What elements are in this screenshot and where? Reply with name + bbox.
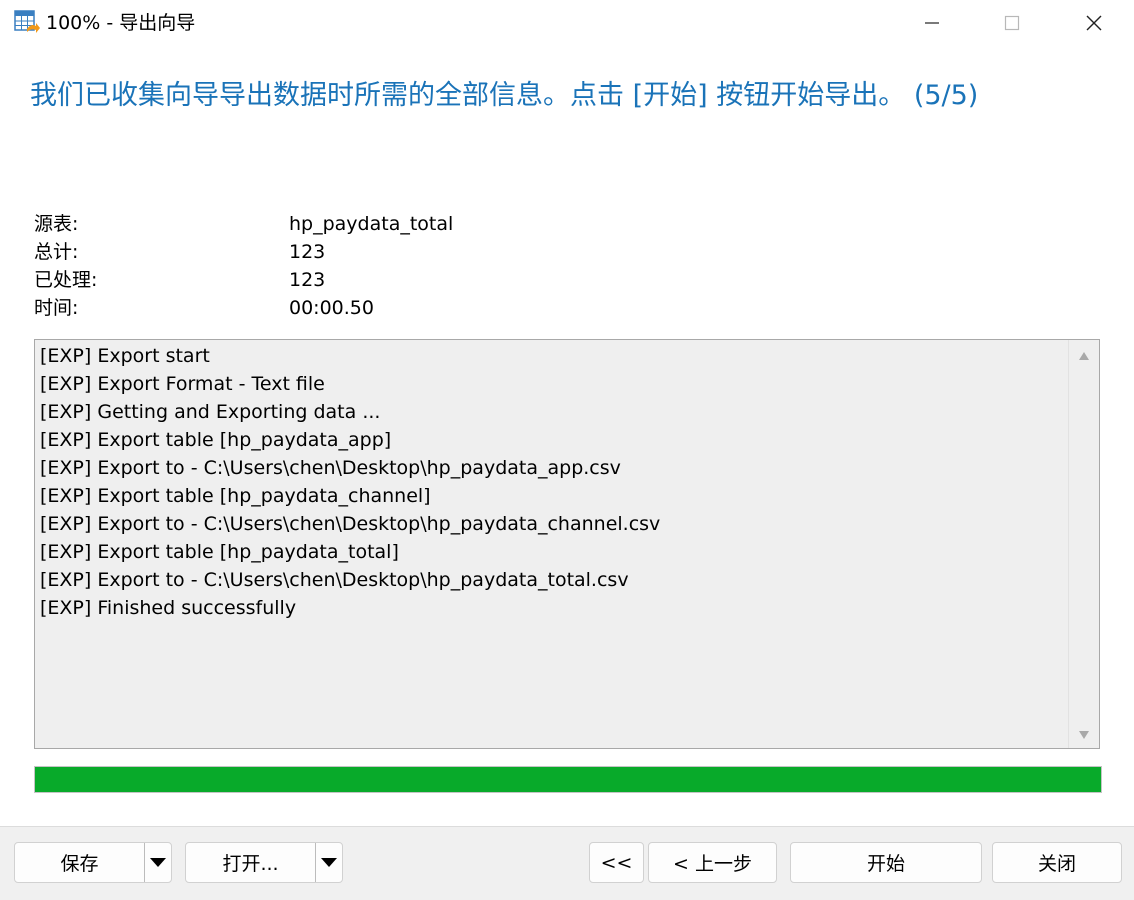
scroll-down-arrow-icon[interactable] — [1078, 730, 1090, 740]
log-line: [EXP] Getting and Exporting data ... — [40, 401, 381, 423]
log-line: [EXP] Export to - C:\Users\chen\Desktop\… — [40, 457, 621, 479]
window-title: 100% - 导出向导 — [46, 12, 196, 34]
time-label: 时间: — [34, 297, 79, 319]
open-split-button: 打开... — [185, 842, 343, 883]
log-line: [EXP] Export table [hp_paydata_total] — [40, 541, 399, 563]
close-window-button[interactable] — [1054, 0, 1134, 46]
log-lines: [EXP] Export start [EXP] Export Format -… — [40, 342, 660, 622]
maximize-button[interactable] — [972, 0, 1052, 46]
log-line: [EXP] Export table [hp_paydata_channel] — [40, 485, 431, 507]
source-table-value: hp_paydata_total — [289, 213, 454, 235]
log-line: [EXP] Finished successfully — [40, 597, 297, 619]
total-label: 总计: — [34, 241, 79, 263]
summary-row-processed: 已处理: 123 — [34, 266, 734, 294]
log-line: [EXP] Export to - C:\Users\chen\Desktop\… — [40, 513, 661, 535]
source-table-label: 源表: — [34, 213, 79, 235]
log-line: [EXP] Export Format - Text file — [40, 373, 325, 395]
save-dropdown-button[interactable] — [145, 843, 171, 882]
total-value: 123 — [289, 241, 326, 263]
title-bar: 100% - 导出向导 — [0, 0, 1134, 46]
button-bar: 保存 打开... << < 上一步 开始 关闭 — [0, 826, 1134, 900]
summary-row-time: 时间: 00:00.50 — [34, 294, 734, 322]
maximize-icon — [1004, 15, 1020, 31]
wizard-headline: 我们已收集向导导出数据时所需的全部信息。点击 [开始] 按钮开始导出。 (5/5… — [30, 80, 979, 111]
table-export-icon — [14, 10, 40, 36]
processed-label: 已处理: — [34, 269, 98, 291]
log-line: [EXP] Export to - C:\Users\chen\Desktop\… — [40, 569, 629, 591]
start-button[interactable]: 开始 — [790, 842, 982, 883]
log-scrollbar[interactable] — [1068, 340, 1099, 748]
first-step-button[interactable]: << — [589, 842, 644, 883]
back-button[interactable]: < 上一步 — [648, 842, 777, 883]
close-button[interactable]: 关闭 — [992, 842, 1122, 883]
scroll-up-arrow-icon[interactable] — [1078, 351, 1090, 361]
time-value: 00:00.50 — [289, 297, 374, 319]
chevron-down-icon — [150, 858, 166, 867]
export-summary: 源表: hp_paydata_total 总计: 123 已处理: 123 时间… — [34, 210, 734, 322]
open-button[interactable]: 打开... — [186, 849, 315, 876]
save-split-button: 保存 — [14, 842, 172, 883]
summary-row-total: 总计: 123 — [34, 238, 734, 266]
open-dropdown-button[interactable] — [316, 843, 342, 882]
export-log[interactable]: [EXP] Export start [EXP] Export Format -… — [34, 339, 1100, 749]
export-progress-bar — [34, 766, 1102, 793]
summary-row-source: 源表: hp_paydata_total — [34, 210, 734, 238]
log-line: [EXP] Export start — [40, 345, 210, 367]
progress-fill — [35, 767, 1101, 792]
minimize-icon — [925, 22, 939, 24]
chevron-down-icon — [321, 858, 337, 867]
save-button[interactable]: 保存 — [15, 849, 144, 876]
log-line: [EXP] Export table [hp_paydata_app] — [40, 429, 392, 451]
close-icon — [1086, 15, 1102, 31]
processed-value: 123 — [289, 269, 326, 291]
minimize-button[interactable] — [892, 0, 972, 46]
